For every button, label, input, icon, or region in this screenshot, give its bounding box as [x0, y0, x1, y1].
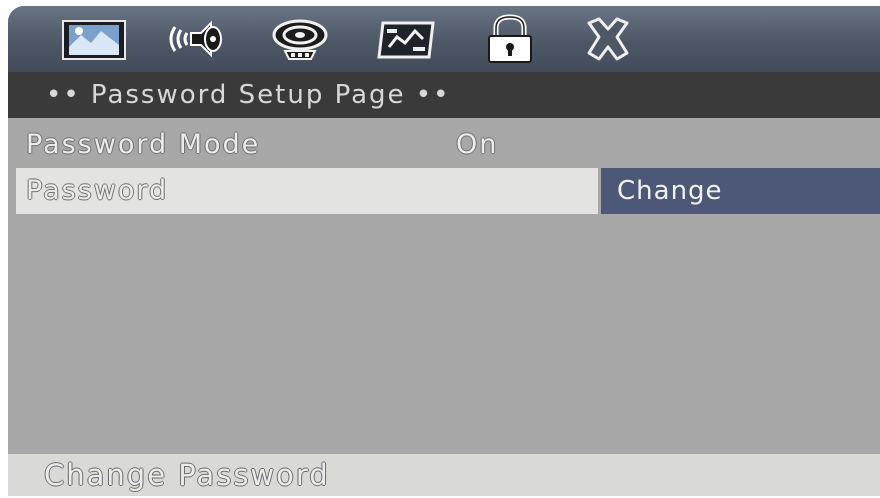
setup-icon-bar: [8, 6, 880, 72]
menu-item-value: On: [456, 129, 499, 160]
tab-audio-setup[interactable]: [160, 13, 228, 65]
menu-item-label: Password: [26, 175, 169, 206]
menu-body: Password Mode On Password Change: [8, 118, 880, 454]
status-text: Change Password: [44, 458, 330, 492]
tab-disc-setup[interactable]: [266, 13, 334, 65]
tab-password-setup[interactable]: [476, 13, 544, 65]
disc-icon: [272, 19, 328, 60]
tab-exit[interactable]: [574, 13, 642, 65]
setup-menu-screen: •• Password Setup Page •• Password Mode …: [8, 6, 880, 496]
menu-item-label: Password Mode: [26, 129, 261, 160]
preferences-icon: [377, 21, 435, 59]
lock-icon: [488, 14, 532, 63]
page-title: •• Password Setup Page ••: [8, 72, 880, 118]
menu-item-password-mode[interactable]: Password Mode On: [8, 122, 880, 168]
picture-icon: [62, 20, 126, 60]
close-icon: [587, 17, 629, 61]
change-option-button[interactable]: Change: [601, 168, 880, 214]
status-bar: Change Password: [8, 454, 880, 496]
tab-preference-setup[interactable]: [372, 13, 440, 65]
tab-general-setup[interactable]: [60, 13, 128, 65]
speaker-icon: [169, 20, 222, 58]
